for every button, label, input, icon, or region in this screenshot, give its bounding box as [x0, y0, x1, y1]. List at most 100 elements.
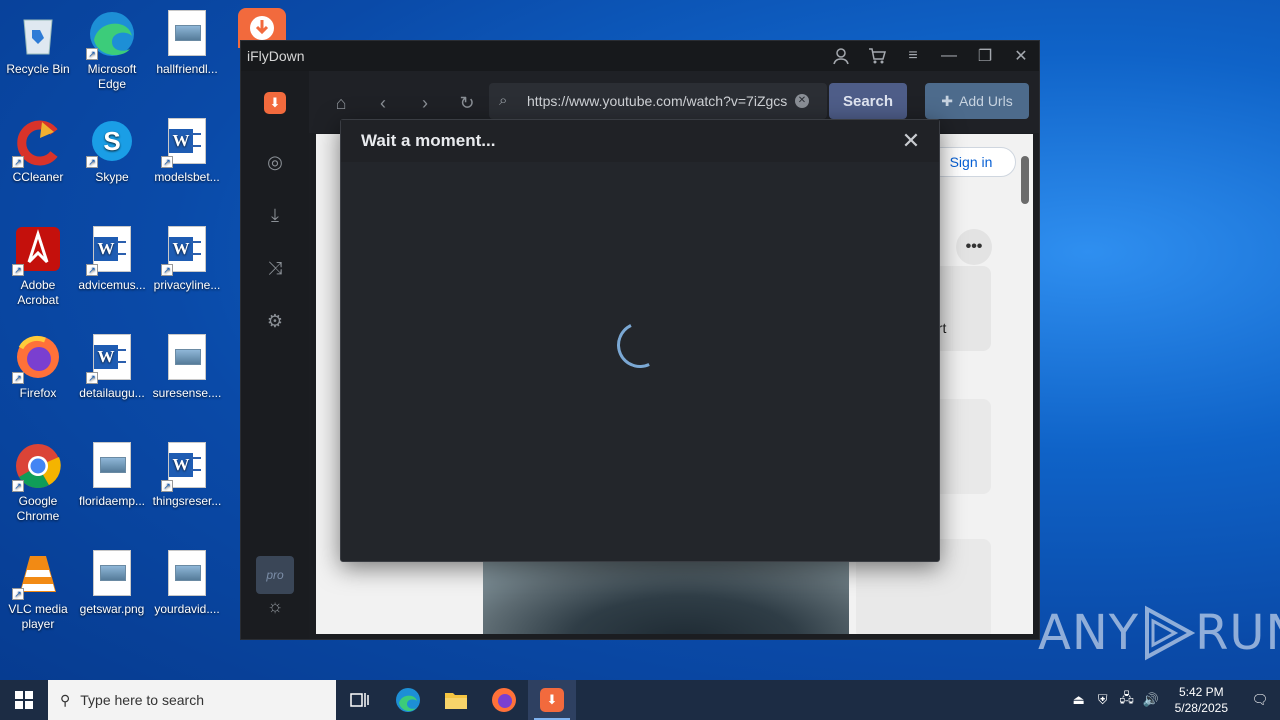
plus-icon: ✚: [941, 92, 954, 109]
usb-icon[interactable]: ⏏: [1067, 692, 1091, 708]
watermark-left: ANY: [1038, 605, 1140, 661]
ccleaner-icon: ↗: [12, 118, 62, 168]
home-icon[interactable]: ⌂: [329, 91, 353, 115]
desktop-icon[interactable]: ↗ Firefox: [0, 330, 76, 401]
download-icon[interactable]: ⤓: [263, 203, 287, 227]
file-explorer-icon[interactable]: [432, 680, 480, 720]
desktop-icon[interactable]: S ↗ Skype: [74, 114, 150, 185]
start-button[interactable]: [0, 680, 48, 720]
search-button[interactable]: Search: [829, 83, 907, 119]
maximize-icon[interactable]: ❐: [967, 41, 1003, 71]
taskbar: ⚲ Type here to search ⬇ ⏏ ⛨ 🖧 🔊 5:42 PM …: [0, 680, 1280, 720]
desktop-icon-label: Adobe Acrobat: [17, 278, 59, 307]
desktop-icon[interactable]: W ↗ privacyline...: [149, 222, 225, 293]
desktop-icon[interactable]: ↗ CCleaner: [0, 114, 76, 185]
account-icon[interactable]: [823, 41, 859, 71]
search-icon: ⚲: [60, 691, 71, 708]
desktop-icon[interactable]: W ↗ modelsbet...: [149, 114, 225, 185]
skype-icon: S ↗: [86, 118, 136, 168]
desktop-icon[interactable]: ↗ VLC media player: [0, 546, 76, 632]
desktop-icon[interactable]: yourdavid....: [149, 546, 225, 617]
security-icon[interactable]: ⛨: [1091, 692, 1115, 708]
sidebar: ⬇ ◎ ⤓ ⤨ ⚙ pro ☼: [241, 71, 309, 639]
back-icon[interactable]: ‹: [371, 91, 395, 115]
shortcut-arrow-icon: ↗: [86, 48, 98, 60]
shortcut-arrow-icon: ↗: [12, 480, 24, 492]
desktop-icon-label: suresense....: [152, 386, 222, 400]
volume-icon[interactable]: 🔊: [1139, 692, 1163, 708]
desktop-icon[interactable]: getswar.png: [74, 546, 150, 617]
clear-url-icon[interactable]: ✕: [795, 94, 809, 108]
close-dialog-icon[interactable]: ✕: [899, 128, 923, 153]
url-text: https://www.youtube.com/watch?v=7iZgcs: [527, 93, 788, 109]
desktop-icon-label: privacyline...: [153, 278, 221, 292]
theme-icon[interactable]: ☼: [263, 594, 287, 618]
wait-dialog: Wait a moment... ✕: [340, 119, 940, 562]
scrollbar[interactable]: [1021, 156, 1029, 204]
add-urls-button[interactable]: ✚ Add Urls: [925, 83, 1029, 119]
windows-logo-icon: [15, 691, 33, 709]
shortcut-arrow-icon: ↗: [161, 264, 173, 276]
close-window-icon[interactable]: ✕: [1003, 41, 1039, 71]
desktop-icon-label: Firefox: [19, 386, 57, 400]
taskbar-search-placeholder: Type here to search: [80, 692, 205, 708]
dialog-title: Wait a moment...: [341, 120, 939, 162]
more-options-icon[interactable]: •••: [956, 229, 992, 265]
desktop-icon[interactable]: ↗ Adobe Acrobat: [0, 222, 76, 308]
desktop-icon-label: Microsoft Edge: [87, 62, 137, 91]
minimize-icon[interactable]: —: [931, 41, 967, 71]
shortcut-arrow-icon: ↗: [12, 588, 24, 600]
convert-icon[interactable]: ⤨: [263, 256, 287, 280]
notifications-icon[interactable]: 🗨: [1240, 692, 1280, 708]
refresh-icon[interactable]: ↻: [455, 91, 479, 115]
video-thumbnail[interactable]: [483, 562, 849, 634]
browser-icon[interactable]: ◎: [263, 150, 287, 174]
image-file-icon: [163, 10, 211, 58]
desktop-icon-label: VLC media player: [8, 602, 68, 631]
url-input[interactable]: ⌕ https://www.youtube.com/watch?v=7iZgcs…: [489, 83, 827, 119]
desktop-icon[interactable]: ↗ Google Chrome: [0, 438, 76, 524]
shortcut-arrow-icon: ↗: [12, 372, 24, 384]
vlc-icon: ↗: [12, 550, 62, 600]
clock[interactable]: 5:42 PM 5/28/2025: [1163, 684, 1240, 716]
window-title: iFlyDown: [247, 48, 305, 64]
desktop-icon[interactable]: hallfriendl...: [149, 6, 225, 77]
firefox-taskbar-icon[interactable]: [480, 680, 528, 720]
acrobat-icon: ↗: [12, 226, 62, 276]
desktop-icon[interactable]: ↗ Microsoft Edge: [74, 6, 150, 92]
edge-icon: ↗: [86, 10, 136, 60]
watermark-right: RUN: [1195, 605, 1280, 661]
shortcut-arrow-icon: ↗: [12, 156, 24, 168]
shortcut-arrow-icon: ↗: [12, 264, 24, 276]
pro-badge[interactable]: pro: [256, 556, 294, 594]
iflydown-taskbar-icon[interactable]: ⬇: [528, 680, 576, 720]
desktop-icon-label: hallfriendl...: [156, 62, 218, 76]
desktop-icon[interactable]: floridaemp...: [74, 438, 150, 509]
desktop-icon-label: detailaugu...: [79, 386, 145, 400]
desktop-icon[interactable]: Recycle Bin: [0, 6, 76, 77]
edge-taskbar-icon[interactable]: [384, 680, 432, 720]
settings-icon[interactable]: ⚙: [263, 309, 287, 333]
task-view-icon[interactable]: [336, 680, 384, 720]
desktop-icon[interactable]: W ↗ detailaugu...: [74, 330, 150, 401]
desktop-icon-label: modelsbet...: [154, 170, 220, 184]
desktop-icon[interactable]: W ↗ advicemus...: [74, 222, 150, 293]
desktop-icon[interactable]: suresense....: [149, 330, 225, 401]
taskbar-search[interactable]: ⚲ Type here to search: [48, 680, 336, 720]
desktop-icon-label: thingsreser...: [152, 494, 222, 508]
svg-text:S: S: [103, 126, 120, 156]
loading-spinner: [610, 315, 670, 375]
desktop-icon-label: floridaemp...: [78, 494, 146, 508]
desktop-icon-label: Google Chrome: [16, 494, 60, 523]
recycle-bin-icon: [14, 10, 62, 58]
desktop-icon[interactable]: W ↗ thingsreser...: [149, 438, 225, 509]
image-file-icon: [163, 334, 211, 382]
menu-icon[interactable]: ≡: [895, 41, 931, 71]
add-urls-label: Add Urls: [959, 93, 1013, 109]
network-icon[interactable]: 🖧: [1115, 689, 1139, 711]
cart-icon[interactable]: [859, 41, 895, 71]
chrome-icon: ↗: [12, 442, 62, 492]
forward-icon[interactable]: ›: [413, 91, 437, 115]
word-doc-icon: W ↗: [86, 334, 136, 384]
app-logo-icon[interactable]: ⬇: [263, 91, 287, 115]
